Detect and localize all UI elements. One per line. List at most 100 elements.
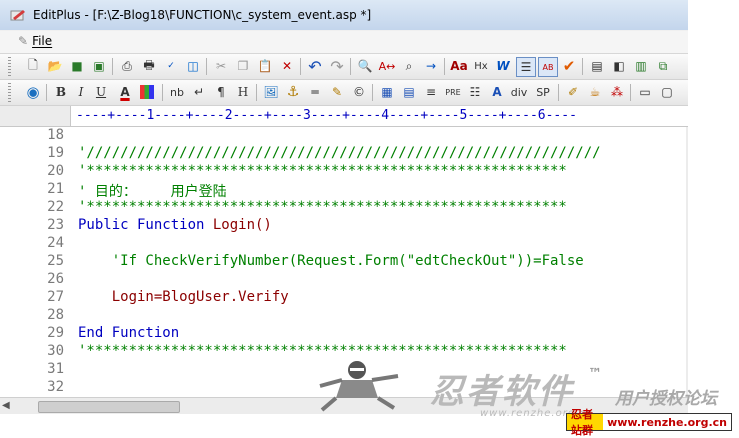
copy-icon[interactable]: ❐ — [234, 57, 252, 75]
align-center-icon[interactable]: ≡ — [422, 83, 440, 101]
code-line[interactable]: 23 Public Function Login() — [0, 217, 686, 235]
title-bar[interactable]: EditPlus - [F:\Z-Blog18\FUNCTION\c_syste… — [0, 0, 700, 30]
spell-check-icon[interactable]: ✓ — [162, 57, 180, 75]
image-icon[interactable]: 🖼 — [262, 83, 280, 101]
anchor-icon[interactable]: ⚓ — [284, 83, 302, 101]
pencil-icon: ✎ — [18, 34, 29, 48]
text-a-icon[interactable]: A — [488, 83, 506, 101]
code-line[interactable]: 26 — [0, 271, 686, 289]
toolbar-separator — [206, 58, 207, 75]
horizontal-rule-icon[interactable]: ═ — [306, 83, 324, 101]
word-wrap-icon[interactable]: W — [494, 57, 512, 75]
code-line[interactable]: 19 '/////////////////////////////////////… — [0, 145, 686, 163]
heading-button[interactable]: H — [234, 83, 252, 101]
nbsp-button[interactable]: nb — [168, 83, 186, 101]
toolbar-separator — [350, 58, 351, 75]
form-icon[interactable]: ▢ — [658, 83, 676, 101]
check-icon[interactable]: ✔ — [560, 57, 578, 75]
bold-button[interactable]: B — [52, 83, 70, 101]
browser-preview-icon[interactable]: ⧉ — [654, 57, 672, 75]
find-icon[interactable]: 🔍 — [356, 57, 374, 75]
span-button[interactable]: SP — [534, 83, 552, 101]
redo-icon[interactable]: ↷ — [328, 57, 346, 76]
line-code: Public Function Login() — [78, 217, 272, 233]
font-size-icon[interactable]: Aa — [450, 57, 468, 75]
code-line[interactable]: 20 '*************************************… — [0, 163, 686, 181]
watermark-forum: 用户授权论坛 — [615, 389, 717, 409]
paste-icon[interactable]: 📋 — [256, 57, 274, 75]
code-token: 'If CheckVerifyNumber(Request.Form("edtC… — [78, 253, 584, 269]
color-palette-icon[interactable] — [140, 85, 154, 99]
code-editor[interactable]: 18 19 '///////////////////////////////////… — [0, 127, 686, 397]
code-token: End Function — [78, 325, 180, 341]
scroll-left-icon[interactable]: ◀ — [2, 400, 10, 411]
output-icon[interactable]: ▥ — [632, 57, 650, 75]
print-icon[interactable]: 🖶 — [140, 57, 158, 75]
save-icon[interactable]: ■ — [68, 57, 86, 75]
watermark-trademark: ™ — [588, 366, 602, 382]
italic-button[interactable]: I — [72, 83, 90, 101]
div-button[interactable]: div — [510, 83, 528, 101]
code-line[interactable]: 21 ' 目的： 用户登陆 — [0, 181, 686, 201]
frame-icon[interactable]: ▭ — [636, 83, 654, 101]
line-number-icon[interactable]: ☰ — [516, 57, 536, 77]
code-line[interactable]: 28 — [0, 307, 686, 325]
ruler-icon[interactable]: AB — [538, 57, 558, 77]
code-line[interactable]: 18 — [0, 127, 686, 145]
menu-file-label: File — [32, 34, 53, 48]
pencil-edit-icon[interactable]: ✎ — [328, 83, 346, 101]
globe-icon[interactable]: ◉ — [24, 83, 42, 101]
toolbar-grip[interactable] — [8, 83, 11, 102]
hex-icon[interactable]: Hx — [472, 57, 490, 75]
code-token: Login=BlogUser.Verify — [78, 289, 289, 305]
toolbar-separator — [300, 58, 301, 75]
toolbar-separator — [444, 58, 445, 75]
code-line[interactable]: 25 'If CheckVerifyNumber(Request.Form("e… — [0, 253, 686, 271]
code-token: '***************************************… — [78, 199, 567, 215]
find-next-icon[interactable]: ⌕ — [400, 57, 418, 75]
script-icon[interactable]: ☕ — [586, 83, 604, 101]
paragraph-button[interactable]: ¶ — [212, 83, 230, 101]
code-line[interactable]: 24 — [0, 235, 686, 253]
toolbar-grip[interactable] — [8, 57, 11, 76]
line-code: ' 目的： 用户登陆 — [78, 181, 227, 201]
code-line[interactable]: 22 '*************************************… — [0, 199, 686, 217]
line-number: 21 — [47, 181, 64, 197]
browser-icon[interactable]: ◫ — [184, 57, 202, 75]
scroll-thumb[interactable] — [38, 401, 180, 413]
preformatted-button[interactable]: PRE — [444, 83, 462, 101]
screen-icon[interactable]: ▤ — [588, 57, 606, 75]
undo-icon[interactable]: ↶ — [306, 57, 324, 76]
table-row-icon[interactable]: ▤ — [400, 83, 418, 101]
underline-button[interactable]: U — [92, 83, 110, 101]
line-break-button[interactable]: ↵ — [190, 83, 208, 101]
watermark-brand: 忍者软件 — [430, 372, 574, 412]
print-preview-icon[interactable]: ⎙ — [118, 57, 136, 75]
menu-file[interactable]: ✎ File — [18, 34, 52, 48]
list-icon[interactable]: ☷ — [466, 83, 484, 101]
code-token: '***************************************… — [78, 163, 567, 179]
fullscreen-icon[interactable]: ◧ — [610, 57, 628, 75]
edit-icon[interactable]: ✐ — [564, 83, 582, 101]
code-line[interactable]: 27 Login=BlogUser.Verify — [0, 289, 686, 307]
new-file-icon[interactable]: 🗋 — [24, 57, 42, 75]
save-all-icon[interactable]: ▣ — [90, 57, 108, 75]
toolbar-separator — [256, 84, 257, 101]
font-color-button[interactable]: A — [116, 83, 134, 101]
color-dots-icon[interactable]: ⁂ — [608, 83, 626, 101]
replace-icon[interactable]: A↔ — [378, 57, 396, 75]
window-title: EditPlus - [F:\Z-Blog18\FUNCTION\c_syste… — [33, 8, 372, 22]
ruler-scale: ----+----1----+----2----+----3----+----4… — [76, 108, 577, 123]
delete-icon[interactable]: ✕ — [278, 57, 296, 75]
badge-right: www.renzhe.org.cn — [603, 414, 731, 430]
line-code: '***************************************… — [78, 163, 567, 179]
code-line[interactable]: 29 End Function — [0, 325, 686, 343]
code-token: Login() — [212, 217, 272, 233]
line-number: 25 — [47, 253, 64, 269]
copyright-icon[interactable]: © — [350, 83, 368, 101]
open-folder-icon[interactable]: 📂 — [46, 57, 64, 75]
goto-line-icon[interactable]: → — [422, 57, 440, 75]
toolbar-separator — [162, 84, 163, 101]
cut-icon[interactable]: ✂ — [212, 57, 230, 75]
table-icon[interactable]: ▦ — [378, 83, 396, 101]
